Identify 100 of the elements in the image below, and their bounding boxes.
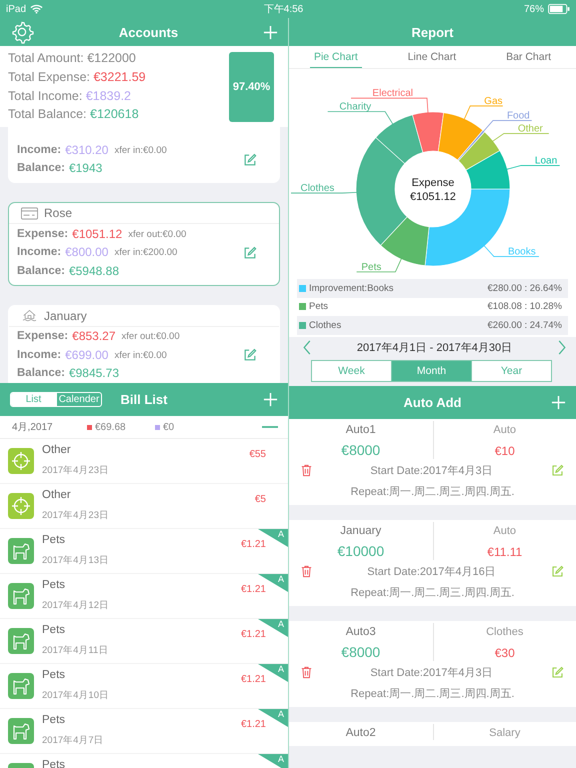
account-card[interactable]: January Expense: €853.27 xfer out:€0.00 Income: €699.00 xfer in:€0.00 Balance: €9845.73 [8,304,280,383]
center-label: Expense [412,177,454,189]
field-label: Income: [17,348,62,363]
delete-icon[interactable] [301,564,312,578]
edit-icon[interactable] [243,246,257,260]
bill-row[interactable]: Other 2017年4月23日 €5 [0,484,288,529]
leader-line [482,242,540,257]
house-icon [21,309,38,322]
bill-row[interactable]: Pets 2017年4月11日 €1.21 A [0,619,288,664]
chart-tab[interactable]: Line Chart [404,46,460,68]
month-expense: €69.68 [95,422,127,432]
donut-slice[interactable] [466,150,510,190]
chart-label: Charity [339,102,372,113]
edit-icon[interactable] [243,348,257,362]
auto-card[interactable]: Auto1 €8000 Auto €10 Start Date:2017年4月3日 Repeat:周一.周二.周三.周四.周五. [289,418,576,505]
add-icon[interactable] [263,392,278,407]
field-value: €1051.12 [72,226,122,242]
center-value: €1051.12 [410,191,456,203]
auto-cost: €30 [494,646,515,660]
dog-icon [8,718,34,744]
repeat-days: Repeat:周一.周二.周三.周四.周五. [289,478,576,499]
field-label: Balance: [17,161,65,176]
auto-amount: €8000 [341,442,380,458]
bill-date: 2017年4月23日 [42,464,110,477]
auto-cost: €10 [494,444,515,458]
donut-slice[interactable] [380,216,430,266]
transfer-note: xfer in:€0.00 [114,144,167,158]
settings-icon[interactable] [10,20,34,44]
edit-icon[interactable] [243,152,257,166]
chart-tab[interactable]: Pie Chart [310,46,362,68]
bill-row[interactable]: Pets 2017年4月12日 €1.21 A [0,574,288,619]
account-card[interactable]: Income: €310.20 xfer in:€0.00 Balance: €1943 [8,127,280,183]
repeat-days: Repeat:周一.周二.周三.周四.周五. [289,680,576,701]
bill-row[interactable]: Pets 2017年4月10日 €1.21 A [0,664,288,709]
edit-icon[interactable] [551,564,564,578]
bill-amount: €1.21 [240,718,266,730]
bill-date: 2017年4月10日 [42,689,110,702]
chart-label: Gas [484,96,503,107]
bill-date: 2017年4月13日 [42,554,110,567]
transfer-note: xfer in:€0.00 [114,348,167,363]
bill-category: Other [42,444,72,456]
device-name: iPad [6,4,26,14]
add-icon[interactable] [262,24,278,40]
field-value: €310.20 [65,142,108,158]
month-label: 4月,2017 [12,421,54,434]
edit-icon[interactable] [550,464,564,477]
legend-name: Clothes [309,320,342,331]
start-date: Start Date:2017年4月3日 [370,666,493,680]
view-tab[interactable]: List [11,393,56,406]
donut-slice[interactable] [438,112,484,160]
view-tab[interactable]: Calender [56,393,101,406]
delete-icon[interactable] [301,464,312,477]
bill-row[interactable]: Pets 2017年4月7日 €1.21 A [0,709,288,754]
bill-date: 2017年4月23日 [42,509,110,522]
donut-slice[interactable] [458,132,500,170]
bill-amount: €5 [254,493,266,505]
wifi-icon [30,4,44,14]
field-value: €699.00 [65,348,108,363]
bill-row[interactable]: Pets 2017年4月13日 €1.21 A [0,529,288,574]
bill-category: Pets [42,579,66,591]
auto-card[interactable]: Auto2 Salary [289,722,576,746]
account-card[interactable]: Rose Expense: €1051.12 xfer out:€0.00 Income: €800.00 xfer in:€200.00 Balance: €5948.88 [8,202,280,286]
dog-icon [8,538,34,564]
bill-amount: €1.21 [240,538,266,550]
donut-slice[interactable] [375,114,424,164]
bill-category: Pets [42,669,66,681]
header-title: Accounts [118,24,178,40]
period-tab[interactable]: Month [392,360,472,382]
chart-label: Pets [361,262,382,273]
legend-name: Improvement:Books [309,282,394,294]
auto-card[interactable]: January €10000 Auto €11.11 Start Date:2017年4月16日 Repeat:周一.周二.周三.周四.周五. [289,520,576,606]
bill-category: Pets [42,759,66,768]
field-label: Balance: [17,366,65,382]
next-icon[interactable] [558,340,566,356]
month-income: €0 [163,422,176,432]
percent-badge: 97.40% [229,52,274,122]
auto-card[interactable]: Auto3 €8000 Clothes €30 Start Date:2017年4月3日 Repeat:周一.周二.周三.周四.周五. [289,620,576,707]
period-tab[interactable]: Year [472,360,552,382]
legend-value: €260.00 : 24.74% [488,320,562,331]
chart-tab[interactable]: Bar Chart [502,46,556,68]
add-icon[interactable] [551,394,566,410]
target-icon [8,448,34,474]
dog-icon [8,583,34,609]
period-tab[interactable]: Week [311,360,392,382]
field-value: €800.00 [65,245,108,260]
edit-icon[interactable] [550,666,564,679]
bill-category: Pets [42,534,66,546]
bill-row[interactable]: Pets A [0,754,288,768]
dog-icon [8,673,34,699]
chart-label: Electrical [372,88,413,100]
auto-amount: €8000 [341,644,380,660]
summary-line: Total Expense: €3221.59 [8,68,146,86]
delete-icon[interactable] [301,666,312,679]
donut-slice[interactable] [412,112,444,153]
target-icon [8,493,34,519]
bill-row[interactable]: Other 2017年4月23日 €55 [0,439,288,484]
header-title: Bill List [120,392,168,407]
previous-icon[interactable] [303,340,311,356]
bill-date: 2017年4月11日 [42,644,110,657]
collapse-icon[interactable] [262,425,278,429]
